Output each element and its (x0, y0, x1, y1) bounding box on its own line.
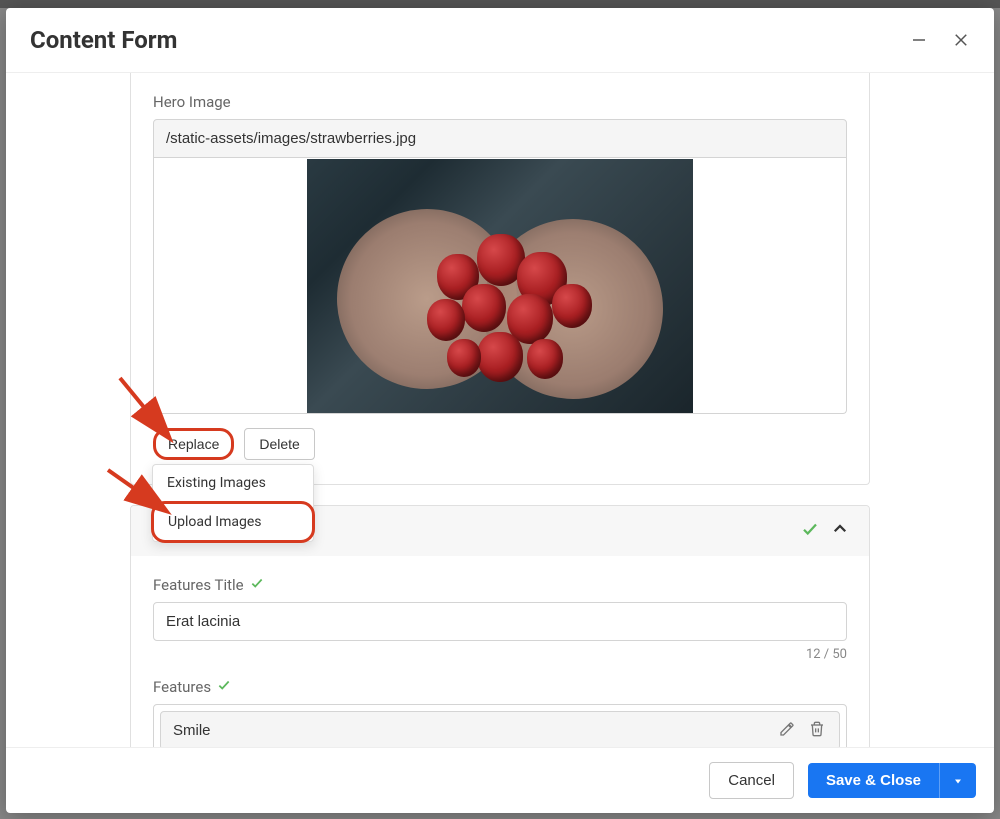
edit-icon[interactable] (779, 721, 795, 741)
features-title-char-count: 12 / 50 (153, 647, 847, 662)
features-label: Features (153, 678, 847, 696)
cancel-button[interactable]: Cancel (709, 762, 794, 799)
feature-item[interactable] (160, 711, 840, 747)
check-icon (801, 520, 819, 542)
hero-image-section: Hero Image (130, 73, 870, 485)
minimize-icon[interactable] (910, 31, 928, 49)
hero-image-path-input[interactable] (153, 119, 847, 158)
features-title-input[interactable] (153, 602, 847, 641)
modal-footer: Cancel Save & Close (6, 747, 994, 813)
modal-window-controls (910, 31, 970, 49)
form-panel: Hero Image (130, 73, 870, 747)
check-icon (217, 678, 231, 696)
features-list (153, 704, 847, 747)
annotation-arrow-replace (112, 370, 182, 450)
hero-image-preview (153, 158, 847, 414)
save-dropdown-toggle[interactable] (939, 763, 976, 798)
annotation-arrow-upload (100, 462, 180, 522)
hero-image (307, 159, 693, 413)
hero-image-label: Hero Image (153, 93, 847, 111)
background-toolbar (0, 0, 1000, 8)
modal-title: Content Form (30, 26, 177, 54)
image-actions: Replace Delete Existing Images Upload Im… (153, 428, 847, 460)
save-button-group: Save & Close (808, 763, 976, 798)
features-title-label: Features Title (153, 576, 847, 594)
feature-item-input[interactable] (161, 712, 779, 747)
close-icon[interactable] (952, 31, 970, 49)
modal-header: Content Form (6, 8, 994, 73)
save-and-close-button[interactable]: Save & Close (808, 763, 939, 798)
trash-icon[interactable] (809, 721, 825, 741)
delete-button[interactable]: Delete (244, 428, 314, 460)
check-icon (250, 576, 264, 594)
chevron-up-icon[interactable] (831, 520, 849, 542)
